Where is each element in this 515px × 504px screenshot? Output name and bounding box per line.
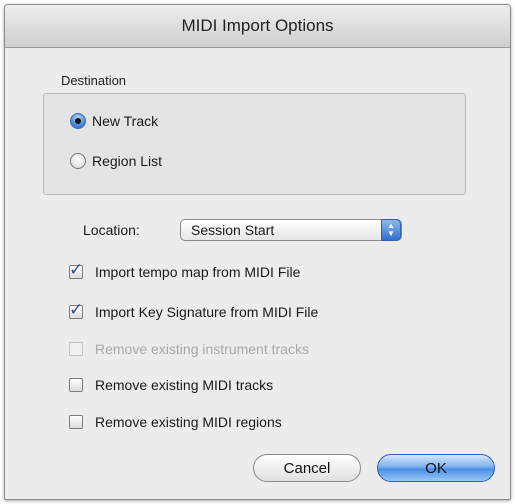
radio-region-list-button[interactable]: [70, 153, 86, 169]
checkbox-import-tempo-map-label: Import tempo map from MIDI File: [95, 264, 301, 280]
checkbox-remove-midi-tracks-label: Remove existing MIDI tracks: [95, 377, 274, 393]
checkbox-import-tempo-map[interactable]: ✓: [69, 261, 83, 279]
updown-arrows-icon: ▲ ▼: [381, 219, 401, 241]
radio-new-track[interactable]: New Track: [70, 113, 158, 129]
dialog-title-bar: MIDI Import Options: [5, 5, 510, 48]
destination-group: New Track Region List: [43, 93, 466, 195]
cancel-button[interactable]: Cancel: [253, 454, 361, 482]
location-row: Location: Session Start ▲ ▼: [83, 219, 402, 241]
radio-new-track-button[interactable]: [70, 113, 86, 129]
radio-region-list-label: Region List: [92, 153, 163, 169]
checkmark-icon: ✓: [69, 300, 84, 319]
checkbox-remove-midi-regions[interactable]: [69, 415, 83, 429]
checkbox-row-remove-instrument-tracks: Remove existing instrument tracks: [69, 341, 309, 357]
checkbox-row-import-key-signature[interactable]: ✓ Import Key Signature from MIDI File: [69, 301, 319, 320]
dialog-title: MIDI Import Options: [181, 16, 334, 35]
checkbox-remove-instrument-tracks: [69, 342, 83, 356]
checkbox-remove-midi-regions-label: Remove existing MIDI regions: [95, 414, 282, 430]
checkbox-import-key-signature-label: Import Key Signature from MIDI File: [95, 304, 319, 320]
location-select[interactable]: Session Start ▲ ▼: [180, 219, 402, 241]
checkbox-row-remove-midi-tracks[interactable]: Remove existing MIDI tracks: [69, 377, 273, 393]
checkbox-remove-instrument-tracks-label: Remove existing instrument tracks: [95, 341, 309, 357]
radio-new-track-label: New Track: [92, 113, 159, 129]
checkmark-icon: ✓: [69, 260, 84, 279]
location-label: Location:: [83, 222, 140, 238]
destination-label: Destination: [61, 73, 127, 88]
checkbox-row-remove-midi-regions[interactable]: Remove existing MIDI regions: [69, 414, 282, 430]
checkbox-import-key-signature[interactable]: ✓: [69, 301, 83, 319]
radio-region-list[interactable]: Region List: [70, 153, 162, 169]
location-select-value: Session Start: [191, 222, 275, 238]
ok-button[interactable]: OK: [377, 454, 495, 482]
checkbox-remove-midi-tracks[interactable]: [69, 378, 83, 392]
checkbox-row-import-tempo-map[interactable]: ✓ Import tempo map from MIDI File: [69, 261, 301, 280]
midi-import-options-dialog: MIDI Import Options Destination New Trac…: [4, 4, 511, 500]
